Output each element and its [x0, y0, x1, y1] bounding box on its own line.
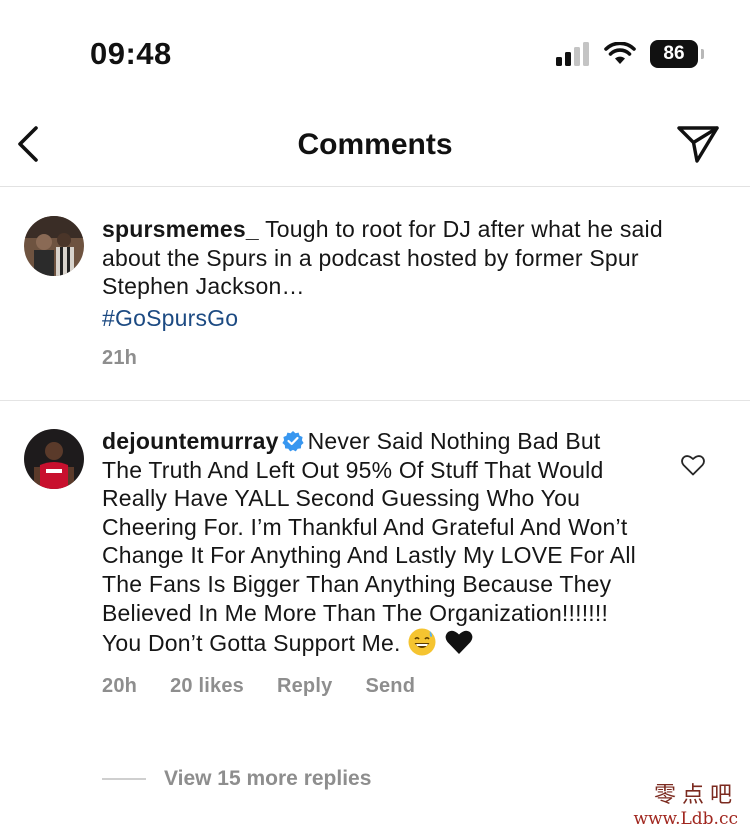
watermark-text: 零点吧	[653, 783, 738, 808]
comment-text: Never Said Nothing Bad But The Truth And…	[102, 428, 636, 657]
comment-item: dejountemurray Never Said Nothing Bad Bu…	[0, 401, 750, 761]
grinning-sweat-emoji	[408, 628, 436, 656]
send-button[interactable]: Send	[365, 672, 415, 701]
likes-count-button[interactable]: 20 likes	[170, 672, 244, 701]
paper-plane-icon	[677, 126, 719, 163]
nav-header: Comments	[0, 110, 750, 187]
page-title: Comments	[297, 128, 453, 161]
status-bar: 09:48 86	[0, 0, 750, 110]
verified-badge-icon	[282, 431, 304, 452]
reply-button[interactable]: Reply	[277, 672, 332, 701]
comment-body: spursmemes_ Tough to root for DJ after w…	[102, 215, 677, 373]
comment-time: 21h	[102, 347, 138, 370]
hashtag-link[interactable]: #GoSpursGo	[102, 304, 677, 333]
black-heart-emoji	[445, 630, 473, 655]
battery-level: 86	[663, 43, 685, 64]
comment-username[interactable]: dejountemurray	[102, 428, 279, 454]
battery-icon: 86	[650, 40, 704, 68]
avatar-image	[24, 216, 84, 276]
comment-meta: 21h	[102, 344, 677, 373]
share-button[interactable]	[676, 124, 720, 164]
status-time: 09:48	[90, 36, 172, 71]
comment-item: spursmemes_ Tough to root for DJ after w…	[0, 186, 750, 400]
wifi-icon	[604, 42, 636, 64]
heart-outline-icon	[681, 455, 705, 476]
watermark-url: www.Ldb.cc	[633, 809, 738, 829]
cellular-signal-icon	[556, 42, 589, 66]
view-replies-label: View 15 more replies	[164, 767, 372, 790]
comment-time: 20h	[102, 674, 138, 697]
watermark: 零点吧 www.Ldb.cc	[633, 777, 738, 829]
comment-body: dejountemurray Never Said Nothing Bad Bu…	[102, 427, 642, 700]
avatar[interactable]	[24, 429, 84, 489]
avatar[interactable]	[24, 216, 84, 276]
replies-line	[102, 778, 146, 780]
avatar-image	[24, 429, 84, 489]
like-button[interactable]	[680, 453, 706, 477]
comment-meta: 20h 20 likes Reply Send	[102, 672, 642, 701]
view-replies-button[interactable]: View 15 more replies	[102, 767, 371, 791]
comment-username[interactable]: spursmemes_	[102, 216, 259, 242]
status-icons: 86	[556, 40, 704, 68]
